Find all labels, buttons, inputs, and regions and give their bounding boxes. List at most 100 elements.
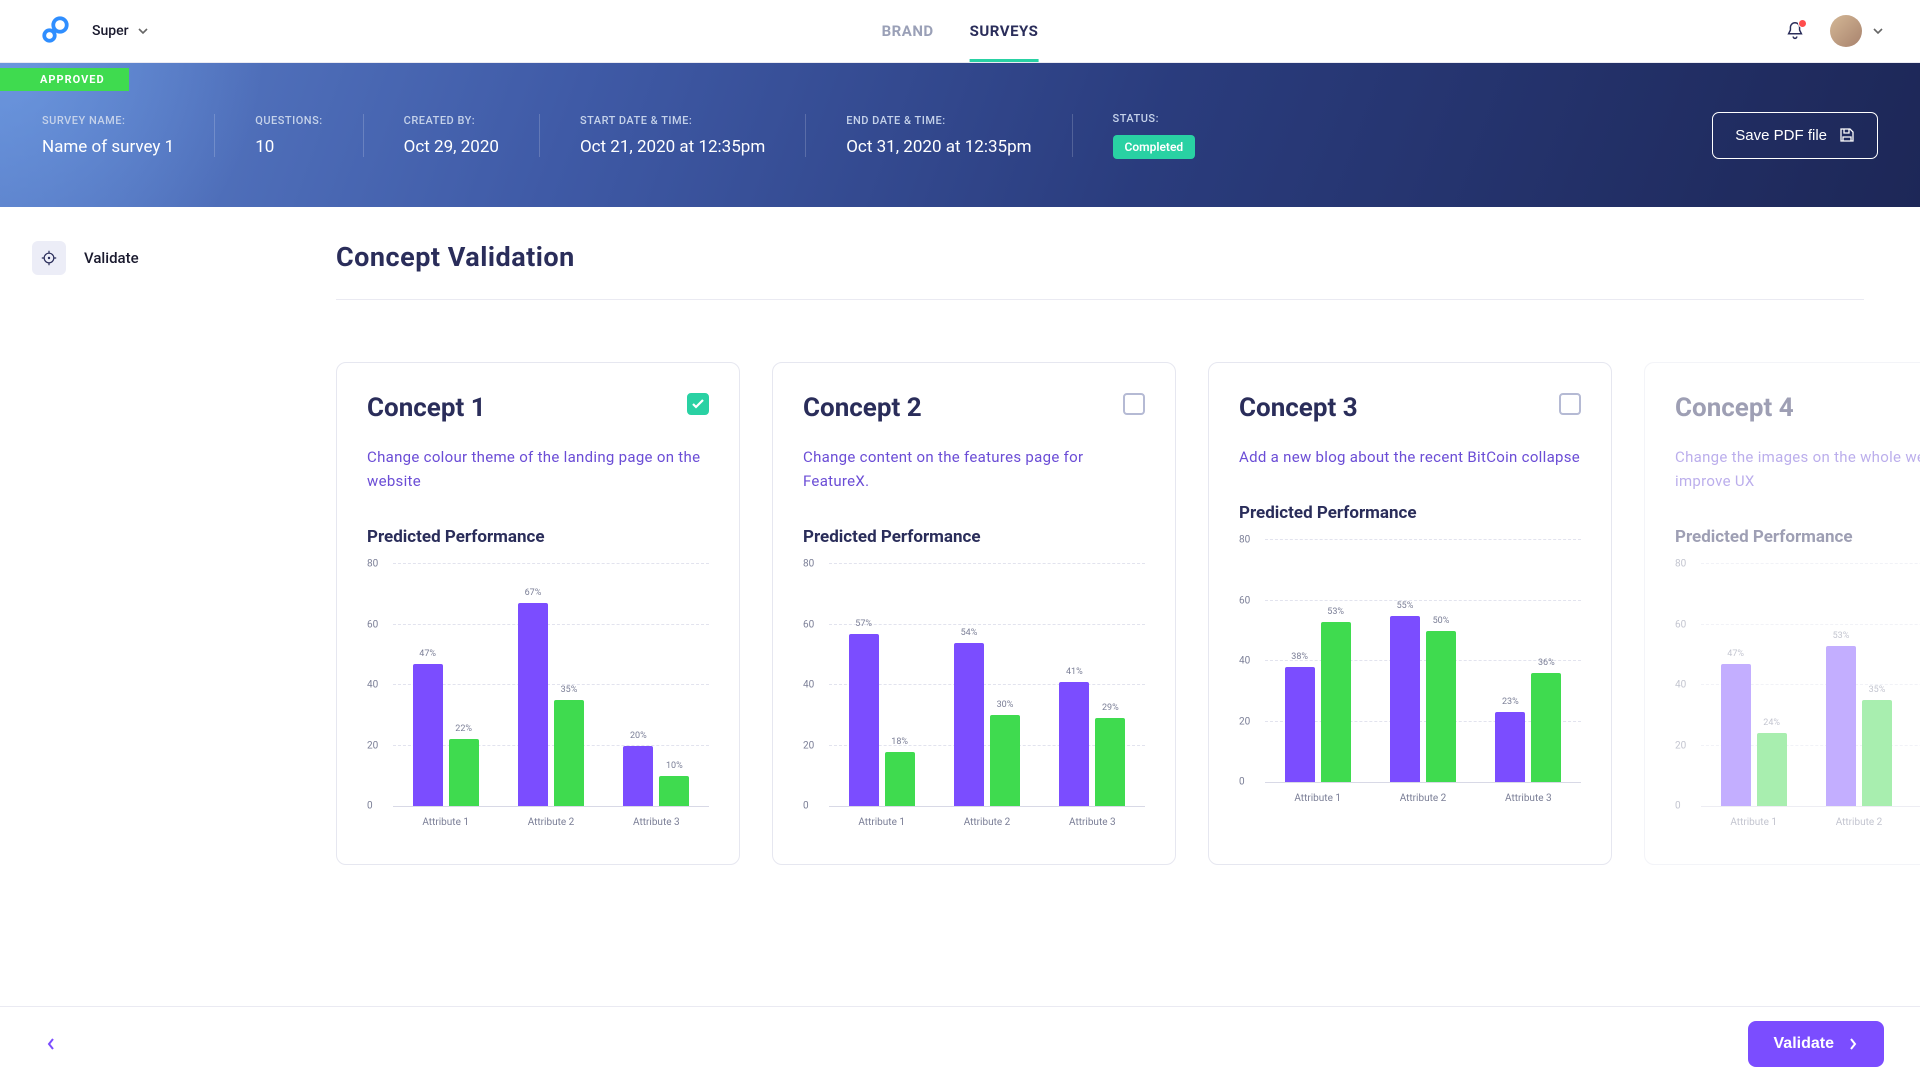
chart-bar: 36% — [1531, 673, 1561, 782]
concept-title: Concept 2 — [803, 393, 922, 423]
bar-value: 35% — [561, 685, 578, 695]
chart-bar: 53% — [1321, 622, 1351, 782]
chart-bar: 57% — [849, 634, 879, 806]
predicted-performance-chart: 02040608047%24%53%35%20%10%Attribute 1At… — [1675, 565, 1920, 828]
concept-description: Change content on the features page for … — [803, 445, 1145, 493]
bar-value: 23% — [1502, 697, 1519, 707]
y-tick: 60 — [803, 619, 814, 630]
bar-value: 29% — [1102, 703, 1119, 713]
info-label: START DATE & TIME: — [580, 114, 765, 127]
concept-card: Concept 4Change the images on the whole … — [1644, 362, 1920, 865]
x-tick: Attribute 2 — [1370, 783, 1475, 804]
bar-value: 54% — [961, 628, 978, 638]
avatar — [1830, 15, 1862, 47]
y-tick: 0 — [803, 801, 809, 812]
concept-card: Concept 3Add a new blog about the recent… — [1208, 362, 1612, 865]
chevron-down-icon — [137, 25, 149, 37]
x-tick: Attribute 3 — [604, 807, 709, 828]
concept-title: Concept 3 — [1239, 393, 1358, 423]
save-pdf-label: Save PDF file — [1735, 127, 1827, 144]
save-pdf-button[interactable]: Save PDF file — [1712, 112, 1878, 159]
profile-menu[interactable] — [1830, 15, 1884, 47]
bar-value: 24% — [1763, 718, 1780, 728]
bar-value: 35% — [1869, 685, 1886, 695]
x-tick: Attribute 1 — [1265, 783, 1370, 804]
end-date: Oct 31, 2020 at 12:35pm — [846, 137, 1031, 157]
nav-brand[interactable]: BRAND — [882, 0, 934, 62]
y-tick: 80 — [1239, 535, 1250, 546]
top-nav: BRAND SURVEYS — [882, 0, 1039, 62]
y-tick: 80 — [1675, 559, 1686, 570]
bar-value: 38% — [1291, 652, 1308, 662]
y-tick: 60 — [1675, 619, 1686, 630]
back-button[interactable] — [36, 1029, 66, 1059]
y-tick: 20 — [1239, 716, 1250, 727]
page-title: Concept Validation — [336, 241, 1920, 273]
x-tick: Attribute 1 — [1701, 807, 1806, 828]
sidebar: Validate — [0, 207, 296, 865]
status-badge: Completed — [1113, 135, 1196, 159]
sidebar-item-validate[interactable]: Validate — [32, 241, 264, 275]
info-label: SURVEY NAME: — [42, 114, 174, 127]
chart-bar: 54% — [954, 643, 984, 806]
nav-surveys[interactable]: SURVEYS — [970, 0, 1039, 62]
x-tick: Attribute 3 — [1040, 807, 1145, 828]
validate-button[interactable]: Validate — [1748, 1021, 1884, 1067]
tenant-label: Super — [92, 23, 129, 39]
chart-bar: 18% — [885, 752, 915, 806]
bar-value: 20% — [630, 731, 647, 741]
concept-checkbox[interactable] — [1559, 393, 1581, 415]
chart-bar: 29% — [1095, 718, 1125, 806]
bar-value: 50% — [1433, 616, 1450, 626]
y-tick: 20 — [1675, 740, 1686, 751]
chart-bar: 24% — [1757, 733, 1787, 806]
bar-value: 22% — [455, 724, 472, 734]
y-tick: 80 — [367, 559, 378, 570]
chart-bar: 20% — [623, 746, 653, 807]
bar-value: 41% — [1066, 667, 1083, 677]
predicted-performance-chart: 02040608057%18%54%30%41%29%Attribute 1At… — [803, 565, 1145, 828]
concept-title: Concept 4 — [1675, 393, 1794, 423]
x-tick: Attribute 1 — [393, 807, 498, 828]
x-tick: Attribute 1 — [829, 807, 934, 828]
chevron-left-icon — [46, 1037, 56, 1051]
predicted-performance-chart: 02040608047%22%67%35%20%10%Attribute 1At… — [367, 565, 709, 828]
questions-count: 10 — [255, 137, 322, 157]
bar-value: 30% — [997, 700, 1014, 710]
x-tick: Attribute 3 — [1912, 807, 1920, 828]
survey-name: Name of survey 1 — [42, 137, 174, 157]
concept-card: Concept 2 Change content on the features … — [772, 362, 1176, 865]
concept-card: Concept 1 Change colour theme of the land… — [336, 362, 740, 865]
logo[interactable] — [36, 13, 72, 49]
bar-value: 47% — [1727, 649, 1744, 659]
chart-bar: 53% — [1826, 646, 1856, 806]
chart-bar: 41% — [1059, 682, 1089, 806]
concept-checkbox[interactable] — [687, 393, 709, 415]
y-tick: 20 — [803, 740, 814, 751]
bar-value: 18% — [891, 737, 908, 747]
info-label: CREATED BY: — [404, 114, 499, 127]
target-icon — [32, 241, 66, 275]
created-by: Oct 29, 2020 — [404, 137, 499, 157]
divider — [336, 299, 1864, 300]
chart-bar: 22% — [449, 739, 479, 806]
concept-description: Change colour theme of the landing page … — [367, 445, 709, 493]
tenant-selector[interactable]: Super — [92, 23, 149, 39]
chart-bar: 47% — [413, 664, 443, 806]
info-label: END DATE & TIME: — [846, 114, 1031, 127]
chart-bar: 30% — [990, 715, 1020, 806]
y-tick: 40 — [367, 680, 378, 691]
y-tick: 60 — [367, 619, 378, 630]
chevron-right-icon — [1848, 1037, 1858, 1051]
validate-label: Validate — [1774, 1035, 1834, 1053]
chart-bar: 10% — [659, 776, 689, 806]
x-tick: Attribute 2 — [498, 807, 603, 828]
bar-value: 67% — [525, 588, 542, 598]
x-tick: Attribute 2 — [1806, 807, 1911, 828]
concept-title: Concept 1 — [367, 393, 486, 423]
concept-checkbox[interactable] — [1123, 393, 1145, 415]
start-date: Oct 21, 2020 at 12:35pm — [580, 137, 765, 157]
notifications-button[interactable] — [1784, 20, 1806, 42]
survey-infobar: APPROVED SURVEY NAME: Name of survey 1 Q… — [0, 63, 1920, 207]
y-tick: 20 — [367, 740, 378, 751]
